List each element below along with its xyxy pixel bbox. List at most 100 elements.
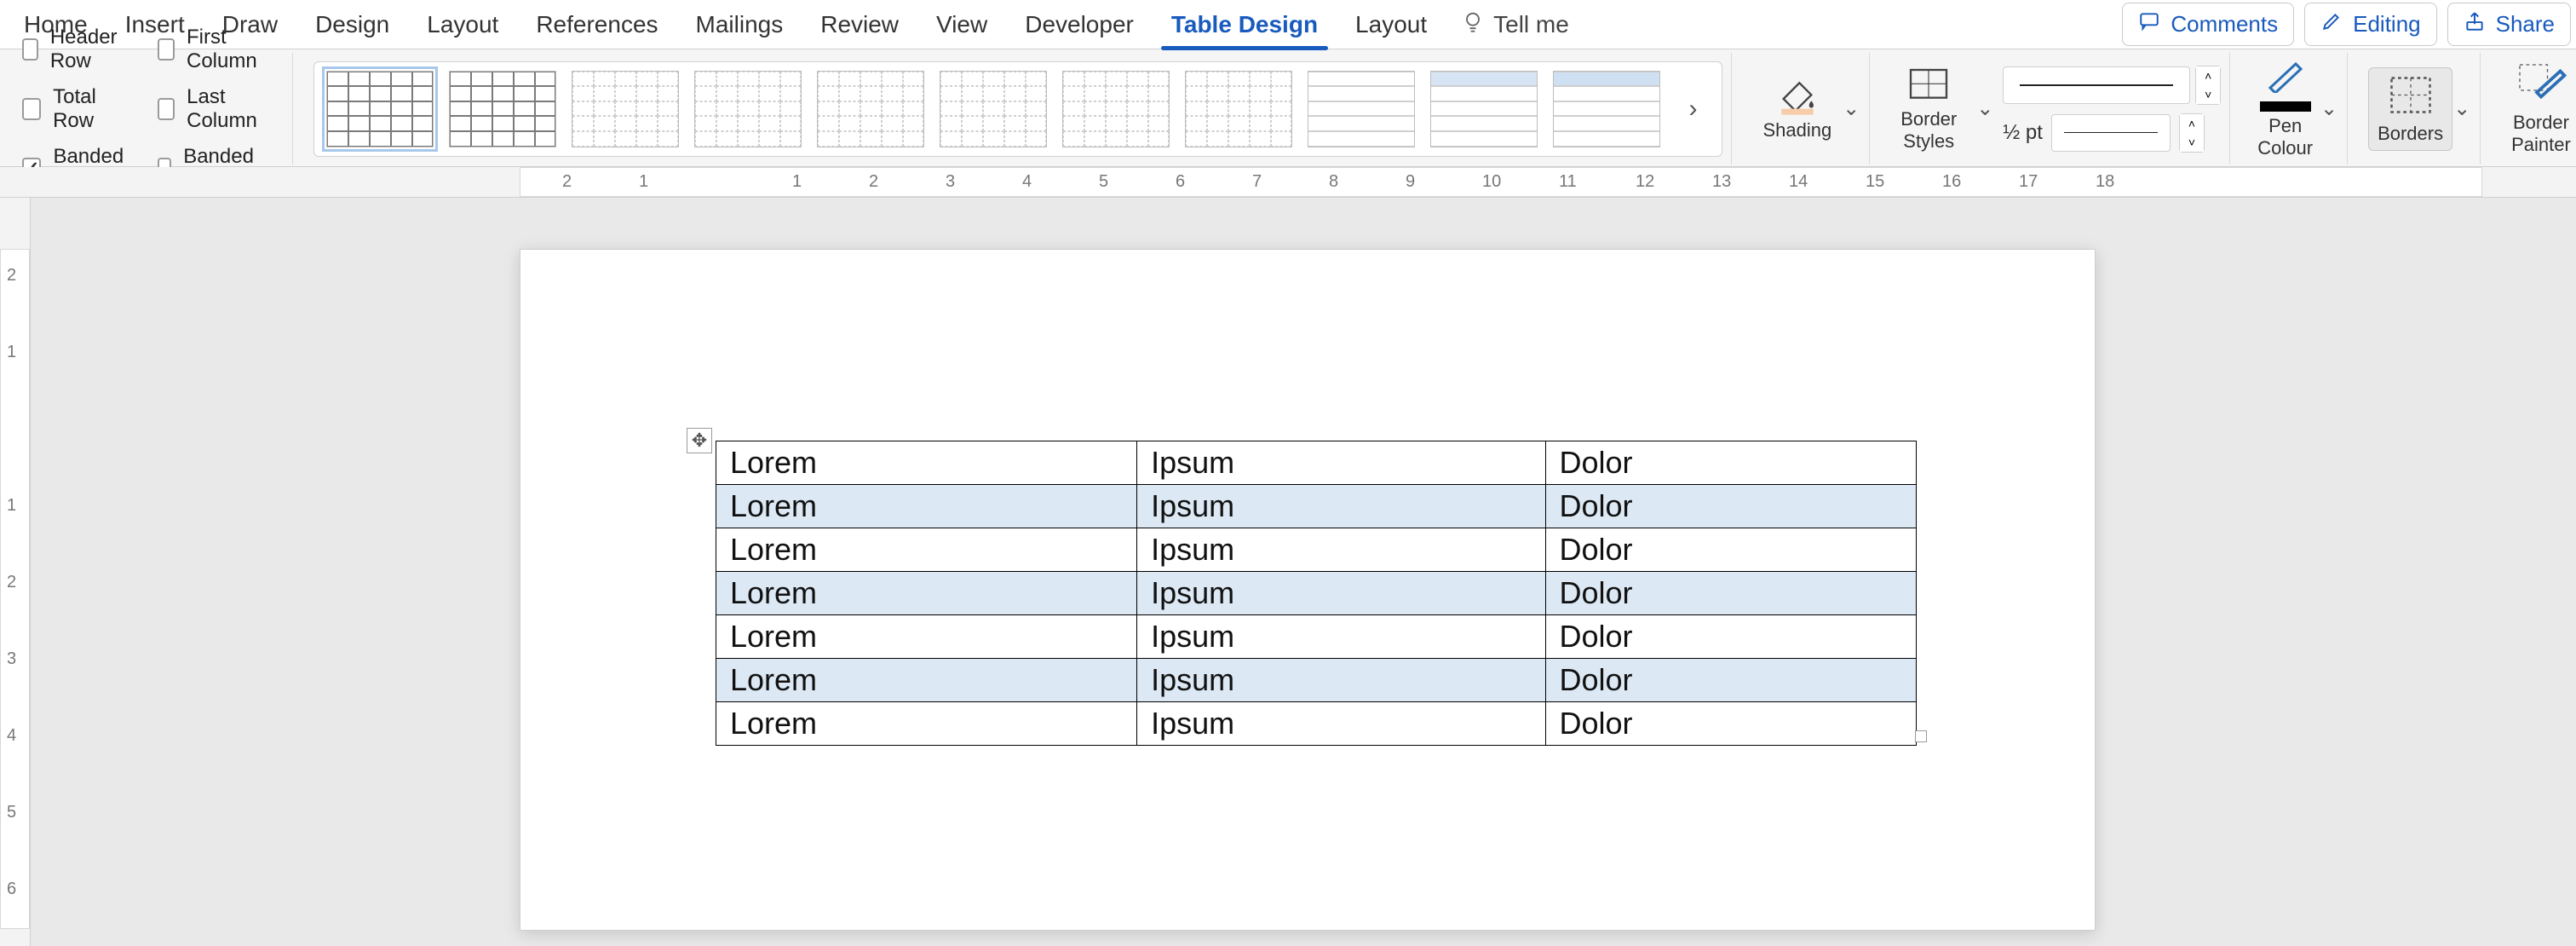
table-style-thumb[interactable] xyxy=(1430,71,1538,147)
border-painter-button[interactable]: Border Painter xyxy=(2501,62,2576,156)
table-cell[interactable]: Lorem xyxy=(716,615,1137,659)
table-row[interactable]: Lorem Ipsum Dolor xyxy=(716,572,1917,615)
option-label: First Column xyxy=(187,26,272,73)
table-style-thumb[interactable] xyxy=(1062,71,1170,147)
move-icon: ✥ xyxy=(692,430,707,452)
border-styles-button[interactable]: Border Styles xyxy=(1890,66,1967,153)
table-style-thumb[interactable] xyxy=(449,71,556,147)
table-style-thumb[interactable] xyxy=(1185,71,1292,147)
ruler-vertical[interactable]: 21123456 xyxy=(0,198,31,946)
ruler-tick: 1 xyxy=(7,343,16,362)
option-last-column[interactable]: Last Column xyxy=(158,85,273,133)
group-table-style-options: Header Row First Column Total Row Last C… xyxy=(9,53,293,164)
table-cell[interactable]: Lorem xyxy=(716,485,1137,528)
tab-view[interactable]: View xyxy=(917,1,1006,49)
table-cell[interactable]: Lorem xyxy=(716,572,1137,615)
ruler-tick: 5 xyxy=(1099,172,1108,192)
table-cell[interactable]: Dolor xyxy=(1545,441,1917,485)
table-cell[interactable]: Dolor xyxy=(1545,485,1917,528)
table-row[interactable]: Lorem Ipsum Dolor xyxy=(716,659,1917,702)
table-cell[interactable]: Ipsum xyxy=(1137,441,1545,485)
table-row[interactable]: Lorem Ipsum Dolor xyxy=(716,485,1917,528)
tab-references[interactable]: References xyxy=(517,1,676,49)
shading-dropdown[interactable] xyxy=(1842,96,1860,121)
table-cell[interactable]: Dolor xyxy=(1545,615,1917,659)
ruler-tick: 1 xyxy=(639,172,648,192)
table-style-thumb[interactable] xyxy=(326,71,434,147)
table-styles-more[interactable]: › xyxy=(1676,95,1710,124)
group-border-painter: Border Painter xyxy=(2493,53,2576,164)
table-cell[interactable]: Lorem xyxy=(716,702,1137,746)
pen-colour-dropdown[interactable] xyxy=(2320,96,2338,121)
ruler-tick: 9 xyxy=(1406,172,1415,192)
tell-me-search[interactable]: Tell me xyxy=(1446,9,1584,39)
table-style-thumb[interactable] xyxy=(940,71,1047,147)
line-style-spinner[interactable]: ˄ ˅ xyxy=(2195,66,2221,105)
option-total-row[interactable]: Total Row xyxy=(22,85,127,133)
table-row[interactable]: Lorem Ipsum Dolor xyxy=(716,615,1917,659)
share-button[interactable]: Share xyxy=(2447,3,2571,46)
pen-colour-swatch xyxy=(2260,101,2311,112)
table-cell[interactable]: Ipsum xyxy=(1137,485,1545,528)
tab-review[interactable]: Review xyxy=(802,1,917,49)
table-cell[interactable]: Lorem xyxy=(716,659,1137,702)
line-weight-spinner[interactable]: ˄ ˅ xyxy=(2179,113,2205,153)
table-cell[interactable]: Dolor xyxy=(1545,528,1917,572)
border-styles-dropdown[interactable] xyxy=(1975,96,1994,121)
editing-mode-button[interactable]: Editing xyxy=(2304,3,2437,46)
option-header-row[interactable]: Header Row xyxy=(22,26,127,73)
table-row[interactable]: Lorem Ipsum Dolor xyxy=(716,528,1917,572)
tab-table-design[interactable]: Table Design xyxy=(1153,1,1337,49)
line-style-selector[interactable] xyxy=(2003,66,2190,104)
tab-mailings[interactable]: Mailings xyxy=(677,1,802,49)
table-style-thumb[interactable] xyxy=(572,71,679,147)
ruler-tick: 14 xyxy=(1789,172,1808,192)
table-row[interactable]: Lorem Ipsum Dolor xyxy=(716,702,1917,746)
ruler-horizontal[interactable]: 21123456789101112131415161718 xyxy=(0,167,2576,198)
option-first-column[interactable]: First Column xyxy=(158,26,273,73)
chevron-down-icon[interactable]: ˅ xyxy=(2180,133,2204,152)
border-styles-label: Border Styles xyxy=(1900,108,1957,153)
borders-dropdown[interactable] xyxy=(2452,96,2471,121)
table-cell[interactable]: Dolor xyxy=(1545,572,1917,615)
chevron-up-icon[interactable]: ˄ xyxy=(2196,66,2220,85)
table-cell[interactable]: Ipsum xyxy=(1137,659,1545,702)
table-style-thumb[interactable] xyxy=(1308,71,1415,147)
pen-colour-button[interactable]: Pen Colour xyxy=(2251,59,2320,159)
table-resize-handle[interactable] xyxy=(1915,730,1927,742)
table-cell[interactable]: Lorem xyxy=(716,528,1137,572)
ruler-tick: 2 xyxy=(7,266,16,286)
ruler-tick: 4 xyxy=(1022,172,1032,192)
borders-button[interactable]: Borders xyxy=(2368,67,2452,151)
table-move-handle[interactable]: ✥ xyxy=(687,428,712,453)
chevron-down-icon[interactable]: ˅ xyxy=(2196,85,2220,104)
table-cell[interactable]: Ipsum xyxy=(1137,572,1545,615)
chevron-up-icon[interactable]: ˄ xyxy=(2180,114,2204,133)
shading-label: Shading xyxy=(1762,119,1831,141)
table-style-thumb[interactable] xyxy=(1553,71,1660,147)
tab-table-layout[interactable]: Layout xyxy=(1337,1,1446,49)
group-table-styles: › xyxy=(305,53,1732,164)
table-style-thumb[interactable] xyxy=(817,71,924,147)
checkbox-icon xyxy=(158,98,175,120)
ruler-tick: 2 xyxy=(7,573,16,592)
table-row[interactable]: Lorem Ipsum Dolor xyxy=(716,441,1917,485)
table-cell[interactable]: Ipsum xyxy=(1137,528,1545,572)
tab-developer[interactable]: Developer xyxy=(1006,1,1153,49)
tab-design[interactable]: Design xyxy=(296,1,408,49)
comments-button[interactable]: Comments xyxy=(2122,3,2294,46)
line-weight-value: ½ pt xyxy=(2003,121,2043,145)
table-cell[interactable]: Ipsum xyxy=(1137,702,1545,746)
table-cell[interactable]: Dolor xyxy=(1545,702,1917,746)
table-style-thumb[interactable] xyxy=(694,71,802,147)
table-cell[interactable]: Ipsum xyxy=(1137,615,1545,659)
document-table[interactable]: Lorem Ipsum Dolor Lorem Ipsum Dolor Lore… xyxy=(716,441,1917,746)
tab-layout[interactable]: Layout xyxy=(408,1,517,49)
shading-button[interactable]: Shading xyxy=(1752,77,1842,141)
table-cell[interactable]: Lorem xyxy=(716,441,1137,485)
table-body: Lorem Ipsum Dolor Lorem Ipsum Dolor Lore… xyxy=(716,441,1917,746)
table-cell[interactable]: Dolor xyxy=(1545,659,1917,702)
ruler-tick: 1 xyxy=(792,172,802,192)
line-weight-selector[interactable] xyxy=(2051,114,2171,152)
comment-icon xyxy=(2138,10,2160,38)
